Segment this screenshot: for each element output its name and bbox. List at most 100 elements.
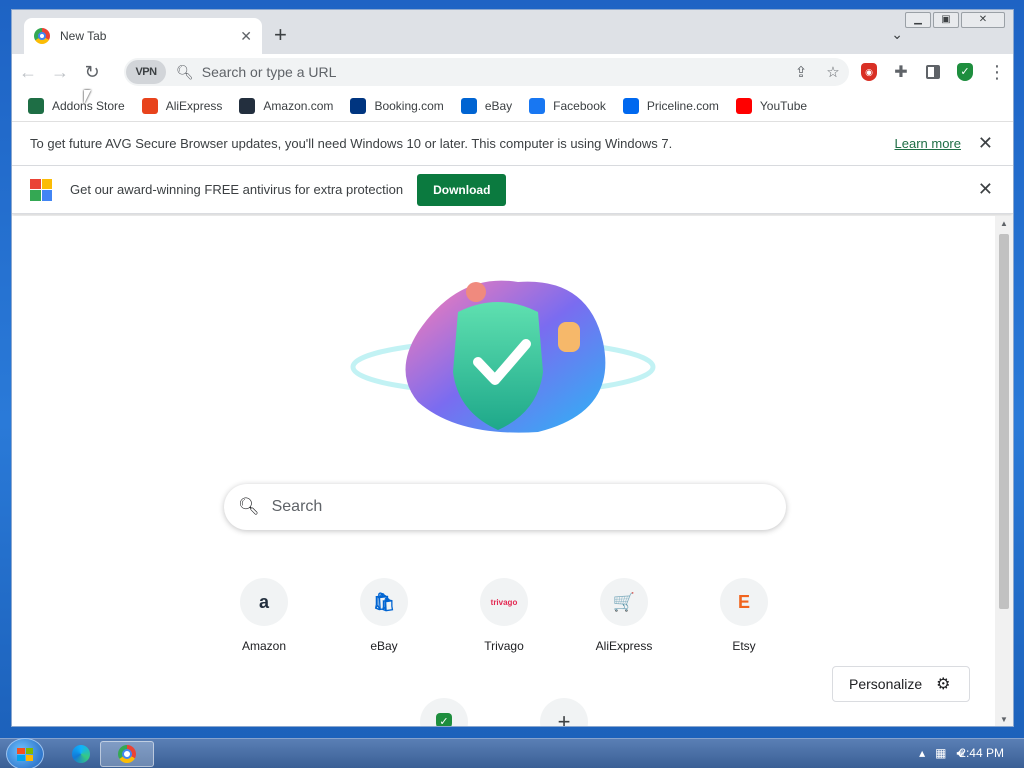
bookmark-label: Amazon.com <box>263 98 334 113</box>
bookmark-aliexpress[interactable]: AliExpress <box>141 97 222 114</box>
bookmark-label: Priceline.com <box>646 98 719 113</box>
bookmark-addons-store[interactable]: Addons Store <box>28 97 125 114</box>
page-scrollbar[interactable]: ▲ ▼ <box>995 216 1013 726</box>
close-icon[interactable]: ✕ <box>978 133 993 154</box>
personalize-label: Personalize <box>849 676 923 692</box>
toolbar: ← → ↻ VPN 🔍︎ Search or type a URL ⇪ ☆ ◉ … <box>12 54 1013 90</box>
kebab-menu-icon: ⋮ <box>988 61 1006 82</box>
tab-title: New Tab <box>60 29 107 43</box>
update-notice-text: To get future AVG Secure Browser updates… <box>30 136 673 151</box>
close-icon[interactable]: ✕ <box>978 179 993 200</box>
shortcut-tile-ebay[interactable]: 🛍 eBay <box>324 578 444 653</box>
trivago-icon: trivago <box>480 578 528 626</box>
security-shield-illustration <box>350 280 656 433</box>
side-panel-icon <box>926 65 940 79</box>
tile-glyph: 🛒 <box>612 591 636 612</box>
bookmark-label: Booking.com <box>374 98 444 113</box>
learn-more-link[interactable]: Learn more <box>895 136 961 151</box>
etsy-icon: E <box>720 578 768 626</box>
personalize-button[interactable]: Personalize ⚙︎ <box>832 666 970 702</box>
youtube-icon <box>735 97 752 114</box>
facebook-icon <box>529 97 546 114</box>
tile-label: Amazon <box>241 639 287 653</box>
download-button[interactable]: Download <box>417 173 507 206</box>
mouse-pointer-icon <box>84 90 91 104</box>
shortcut-tiles-row-2: ✓ + <box>420 698 588 727</box>
extension-area: ◉ ✚ ✓ ⋮ <box>853 60 1013 84</box>
avg-logo-icon <box>30 178 52 201</box>
omnibox[interactable]: VPN 🔍︎ Search or type a URL ⇪ ☆ <box>124 58 849 86</box>
shortcut-tiles: a Amazon 🛍 eBay trivago Trivago 🛒 AliExpress E Et… <box>204 578 804 653</box>
tile-label: eBay <box>370 639 398 653</box>
plus-icon: + <box>557 709 571 727</box>
reload-button[interactable]: ↻ <box>76 62 108 83</box>
tab-new-tab[interactable]: New Tab ✕ <box>24 18 262 54</box>
antivirus-promo-text: Get our award-winning FREE antivirus for… <box>70 182 404 197</box>
side-panel-button[interactable] <box>917 60 949 84</box>
maximize-button[interactable]: ▣ <box>933 12 959 28</box>
new-tab-button[interactable]: + <box>274 24 287 46</box>
bookmark-label: eBay <box>484 98 513 113</box>
system-tray: ▴ ▦ 🔊︎ <box>919 746 964 761</box>
shortcut-tile-etsy[interactable]: E Etsy <box>684 578 804 653</box>
privacy-extension-button[interactable]: ◉ <box>853 60 885 84</box>
shortcut-tile-amazon[interactable]: a Amazon <box>204 578 324 653</box>
tab-close-icon[interactable]: ✕ <box>240 28 252 45</box>
aliexpress-icon: 🛒 <box>600 578 648 626</box>
title-bar: New Tab ✕ + ⌄ ▁ ▣ ✕ <box>12 10 1013 54</box>
forward-button[interactable]: → <box>44 62 76 83</box>
tile-glyph: a <box>258 591 269 612</box>
bookmark-amazon[interactable]: Amazon.com <box>239 97 334 114</box>
tile-label: AliExpress <box>595 639 653 653</box>
browser-window: New Tab ✕ + ⌄ ▁ ▣ ✕ ← → ↻ VPN 🔍︎ Search … <box>11 9 1014 727</box>
shortcut-avg-tile[interactable]: ✓ <box>420 698 468 726</box>
tile-glyph: 🛍 <box>372 591 396 612</box>
search-icon: 🔍︎ <box>238 497 260 516</box>
share-icon[interactable]: ⇪ <box>785 63 817 81</box>
scroll-down-arrow-icon[interactable]: ▼ <box>995 712 1013 726</box>
extensions-button[interactable]: ✚ <box>885 60 917 84</box>
bookmark-facebook[interactable]: Facebook <box>529 97 606 114</box>
minimize-button[interactable]: ▁ <box>905 12 931 28</box>
security-extension-button[interactable]: ✓ <box>949 60 981 84</box>
add-shortcut-button[interactable]: + <box>540 698 588 727</box>
clock[interactable]: 2:44 PM <box>959 746 1004 760</box>
tile-label: Etsy <box>732 639 756 653</box>
close-window-button[interactable]: ✕ <box>961 12 1005 28</box>
ebay-icon: 🛍 <box>360 578 408 626</box>
back-button[interactable]: ← <box>12 62 44 83</box>
start-button[interactable] <box>6 738 44 768</box>
vpn-button[interactable]: VPN <box>126 60 166 84</box>
amazon-icon: a <box>240 578 288 626</box>
search-input[interactable]: 🔍︎ Search <box>224 484 786 530</box>
bookmark-youtube[interactable]: YouTube <box>735 97 807 114</box>
bookmark-ebay[interactable]: eBay <box>460 97 513 114</box>
bookmark-label: Facebook <box>553 98 606 113</box>
bookmark-star-icon[interactable]: ☆ <box>817 63 849 81</box>
new-tab-page: 🔍︎ Search a Amazon 🛍 eBay trivago Trivago 🛒 Ali… <box>12 216 996 727</box>
amazon-icon <box>239 97 256 114</box>
scroll-up-arrow-icon[interactable]: ▲ <box>995 216 1013 232</box>
priceline-icon <box>622 97 639 114</box>
tile-label: Trivago <box>484 639 524 653</box>
addons-store-icon <box>28 97 44 114</box>
red-shield-icon: ◉ <box>861 63 877 81</box>
puzzle-icon: ✚ <box>894 64 908 81</box>
edge-icon <box>72 745 90 763</box>
show-hidden-icons-icon[interactable]: ▴ <box>919 746 925 761</box>
green-shield-check-icon: ✓ <box>436 713 452 726</box>
sliders-icon: ⚙︎ <box>936 676 951 693</box>
menu-button[interactable]: ⋮ <box>981 60 1013 84</box>
ebay-icon <box>460 97 477 114</box>
scroll-thumb[interactable] <box>999 234 1009 609</box>
shortcut-tile-aliexpress[interactable]: 🛒 AliExpress <box>564 578 684 653</box>
network-icon[interactable]: ▦ <box>935 746 946 761</box>
shortcut-tile-trivago[interactable]: trivago Trivago <box>444 578 564 653</box>
taskbar-avg-browser-button[interactable] <box>100 741 154 767</box>
tab-search-chevron-icon[interactable]: ⌄ <box>891 26 903 43</box>
tile-glyph: E <box>737 591 750 612</box>
bookmark-booking[interactable]: Booking.com <box>350 97 444 114</box>
window-controls: ▁ ▣ ✕ <box>905 12 1005 28</box>
bookmark-priceline[interactable]: Priceline.com <box>622 97 719 114</box>
avg-browser-favicon-icon <box>34 28 50 44</box>
